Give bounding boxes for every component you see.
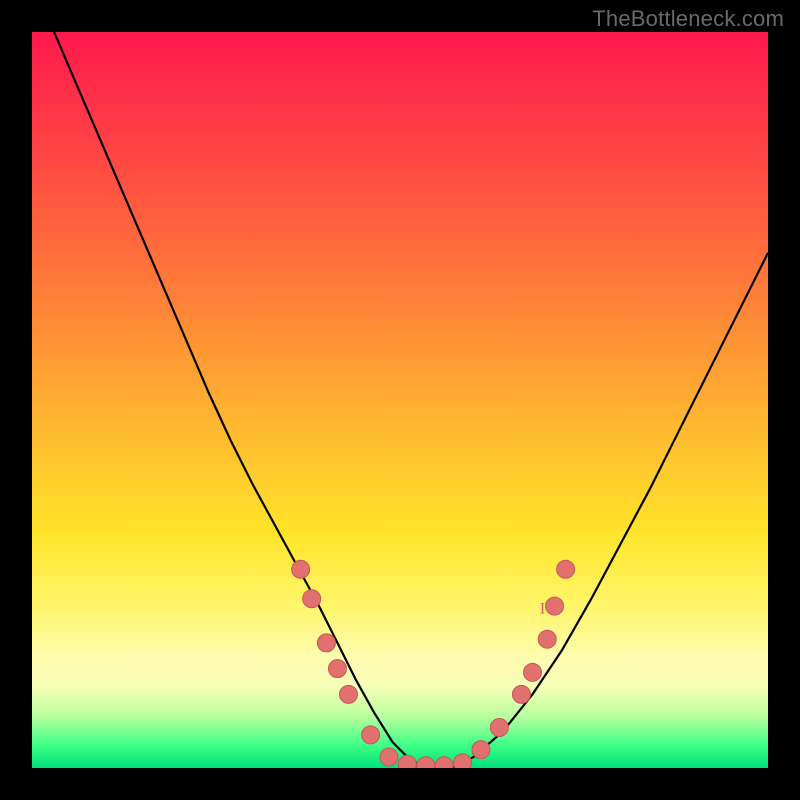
data-marker [339,685,357,703]
data-marker [546,597,564,615]
data-marker [490,719,508,737]
chart-frame: TheBottleneck.com I [0,0,800,800]
chart-svg: I [32,32,768,768]
data-marker [317,634,335,652]
data-marker [417,757,435,768]
watermark-text: TheBottleneck.com [592,6,784,32]
data-marker [512,685,530,703]
data-marker [380,748,398,766]
data-marker [362,726,380,744]
plot-area: I [32,32,768,768]
data-marker [557,560,575,578]
data-marker [398,755,416,768]
data-marker [292,560,310,578]
annotations: I [540,600,545,617]
curve-path [54,32,768,768]
annotation-text: I [540,600,545,617]
data-marker [454,754,472,768]
data-marker [435,757,453,768]
data-marker [523,663,541,681]
data-markers [292,560,575,768]
data-marker [538,630,556,648]
data-marker [472,741,490,759]
data-marker [303,590,321,608]
bottleneck-curve [54,32,768,768]
data-marker [328,660,346,678]
